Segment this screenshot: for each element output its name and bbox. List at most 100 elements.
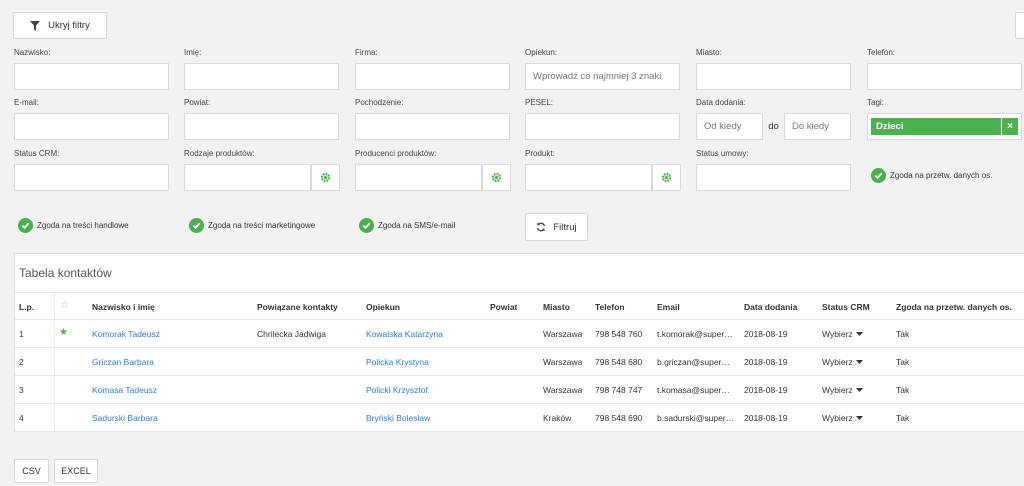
cell-phone: 798 548 690: [595, 413, 643, 423]
crm-status-value: Wybierz: [822, 329, 853, 339]
crm-status-dropdown[interactable]: Wybierz: [822, 385, 863, 395]
date-to-placeholder: Do kiedy: [792, 121, 829, 132]
cell-phone: 798 548 760: [595, 329, 643, 339]
lastname-label: Nazwisko:: [14, 48, 51, 57]
export-excel-button[interactable]: EXCEL: [54, 459, 98, 483]
cell-lp: 4: [19, 413, 24, 423]
tag-remove-icon[interactable]: ×: [1001, 118, 1018, 135]
cell-name-link[interactable]: Sadurski Barbara: [92, 413, 158, 423]
caret-down-icon: [855, 331, 863, 336]
col-crm[interactable]: Status CRM: [822, 302, 870, 312]
crm-status-dropdown[interactable]: Wybierz: [822, 357, 863, 367]
cell-email: t.komasa@super…: [657, 385, 730, 395]
firstname-input[interactable]: [184, 63, 339, 90]
check-icon: [189, 218, 204, 233]
hide-filters-label: Ukryj filtry: [48, 20, 90, 31]
city-label: Miasto:: [696, 48, 722, 57]
company-label: Firma:: [355, 48, 378, 57]
guardian-input[interactable]: Wprowadź co najmniej 3 znaki: [525, 63, 680, 90]
crm-status-value: Wybierz: [822, 385, 853, 395]
city-input[interactable]: [696, 63, 851, 90]
guardian-label: Opiekun:: [525, 48, 558, 57]
date-to-input[interactable]: Do kiedy: [784, 113, 851, 140]
hide-filters-button[interactable]: Ukryj filtry: [13, 12, 107, 39]
table-row[interactable]: 1 ★ Komorak Tadeusz Chrilecka Jadwiga Ko…: [15, 320, 1024, 348]
product-types-input[interactable]: [184, 164, 311, 191]
contract-status-input[interactable]: [696, 164, 851, 191]
consent-sms[interactable]: Zgoda na SMS/e-mail: [359, 218, 455, 233]
cell-guardian-link[interactable]: Policki Krzysztof: [366, 385, 428, 395]
crm-status-label: Status CRM:: [14, 149, 60, 158]
consent-marketing[interactable]: Zgoda na treści marketingowe: [189, 218, 315, 233]
crm-status-dropdown[interactable]: Wybierz: [822, 329, 863, 339]
col-phone[interactable]: Telefon: [595, 302, 625, 312]
col-consent[interactable]: Zgoda na przetw. danych os.: [896, 302, 1012, 312]
cell-date: 2018-08-19: [744, 357, 788, 367]
producers-settings-button[interactable]: [482, 164, 511, 191]
cell-guardian-link[interactable]: Kowalska Katarzyna: [366, 329, 443, 339]
col-email[interactable]: Email: [657, 302, 680, 312]
funnel-icon: [30, 20, 41, 31]
col-city[interactable]: Miasto: [543, 302, 570, 312]
phone-input[interactable]: [867, 63, 1022, 90]
cell-consent: Tak: [896, 329, 910, 339]
star-filled-icon[interactable]: ★: [59, 327, 68, 338]
table-row[interactable]: 4 Sadurski Barbara Bryński Bolesław Krak…: [15, 404, 1024, 432]
crm-status-dropdown[interactable]: Wybierz: [822, 413, 863, 423]
county-label: Powiat:: [184, 98, 211, 107]
col-lp: L.p.: [19, 302, 35, 312]
export-csv-button[interactable]: CSV: [14, 459, 49, 483]
col-guardian[interactable]: Opiekun: [366, 302, 400, 312]
cell-name-link[interactable]: Komasa Tadeusz: [92, 385, 157, 395]
product-types-settings-button[interactable]: [311, 164, 340, 191]
cell-city: Warszawa: [543, 329, 583, 339]
cell-email: t.komorak@super…: [657, 329, 733, 339]
right-toolbar-button[interactable]: [1015, 12, 1024, 39]
tag-chip: Dzieci ×: [871, 118, 1018, 135]
filter-button[interactable]: Filtruj: [525, 213, 588, 241]
contract-status-label: Status umowy:: [696, 149, 749, 158]
product-settings-button[interactable]: [652, 164, 681, 191]
check-icon: [871, 168, 886, 183]
gear-icon: [320, 172, 331, 183]
cell-related: Chrilecka Jadwiga: [257, 329, 326, 339]
cell-lp: 2: [19, 357, 24, 367]
lastname-input[interactable]: [14, 63, 169, 90]
cell-consent: Tak: [896, 357, 910, 367]
col-county[interactable]: Powiat: [490, 302, 517, 312]
col-star-icon[interactable]: ☆: [60, 300, 69, 311]
table-row[interactable]: 3 Komasa Tadeusz Policki Krzysztof Warsz…: [15, 376, 1024, 404]
date-from-input[interactable]: Od kiedy: [696, 113, 763, 140]
date-from-placeholder: Od kiedy: [704, 121, 742, 132]
cell-date: 2018-08-19: [744, 329, 788, 339]
cell-phone: 798 748 747: [595, 385, 643, 395]
cell-guardian-link[interactable]: Policka Krystyna: [366, 357, 429, 367]
consent-data-processing[interactable]: Zgoda na przetw. danych os.: [871, 168, 992, 183]
col-name[interactable]: Nazwisko i imię: [92, 302, 155, 312]
tags-input[interactable]: Dzieci ×: [867, 113, 1022, 140]
table-row[interactable]: 2 Griczan Barbara Policka Krystyna Warsz…: [15, 348, 1024, 376]
filter-button-label: Filtruj: [553, 221, 577, 233]
company-input[interactable]: [355, 63, 510, 90]
cell-guardian-link[interactable]: Bryński Bolesław: [366, 413, 430, 423]
col-date[interactable]: Data dodania: [744, 302, 797, 312]
col-related[interactable]: Powiązane kontakty: [257, 302, 338, 312]
table-title: Tabela kontaktów: [19, 266, 112, 280]
cell-consent: Tak: [896, 413, 910, 423]
origin-input[interactable]: [355, 113, 510, 140]
consent-commercial[interactable]: Zgoda na treści handlowe: [18, 218, 129, 233]
pesel-input[interactable]: [525, 113, 680, 140]
county-input[interactable]: [184, 113, 339, 140]
email-input[interactable]: [14, 113, 169, 140]
phone-label: Telefon:: [867, 48, 896, 57]
caret-down-icon: [855, 415, 863, 420]
crm-status-input[interactable]: [14, 164, 169, 191]
product-label: Produkt:: [525, 149, 555, 158]
caret-down-icon: [855, 359, 863, 364]
product-input[interactable]: [525, 164, 652, 191]
cell-name-link[interactable]: Griczan Barbara: [92, 357, 154, 367]
cell-name-link[interactable]: Komorak Tadeusz: [92, 329, 160, 339]
origin-label: Pochodzenie:: [355, 98, 404, 107]
table-header: L.p. ☆ Nazwisko i imię Powiązane kontakt…: [15, 292, 1024, 320]
producers-input[interactable]: [355, 164, 482, 191]
